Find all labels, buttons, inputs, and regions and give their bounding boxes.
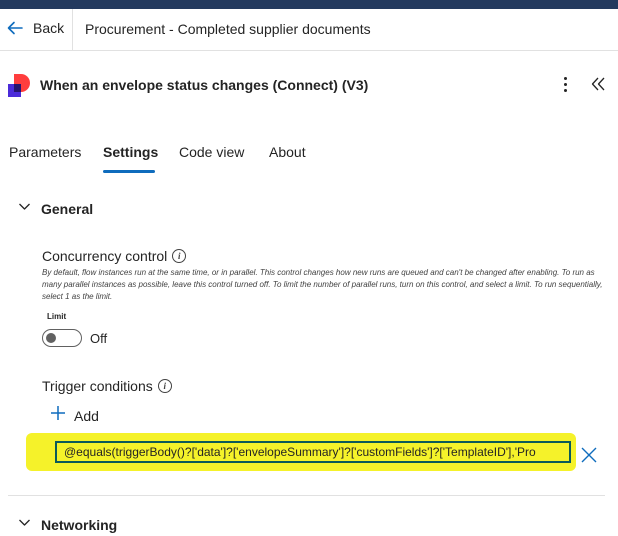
add-trigger-condition-button[interactable]: Add [50,405,99,426]
tab-about[interactable]: About [269,144,306,160]
designer-header: Back Procurement - Completed supplier do… [0,9,618,51]
flow-name-breadcrumb: Procurement - Completed supplier documen… [85,21,371,37]
tab-settings[interactable]: Settings [103,144,158,160]
section-general-header[interactable]: General [18,200,93,218]
back-label: Back [33,20,65,36]
concurrency-control-label: Concurrency control [42,248,168,264]
info-icon[interactable]: i [172,249,187,263]
toggle-knob [46,333,56,343]
limit-label: Limit [47,312,67,321]
panel-header: When an envelope status changes (Connect… [0,68,618,104]
trigger-conditions-label: Trigger conditions [42,378,153,394]
top-app-bar [0,0,618,9]
chevron-down-icon [18,516,31,534]
docusign-logo-icon [7,72,33,98]
concurrency-control-title: Concurrency control i [42,248,187,264]
close-icon [580,447,598,468]
toggle-state-label: Off [90,331,108,346]
section-general-label: General [41,201,94,217]
collapse-panel-button[interactable] [590,76,606,97]
more-options-dot [563,83,567,86]
trigger-conditions-title: Trigger conditions i [42,378,172,394]
more-options-icon [563,77,567,80]
arrow-left-icon [6,19,24,37]
double-chevron-left-icon [590,77,606,96]
add-label: Add [74,407,99,424]
plus-icon [50,405,66,426]
section-divider [8,495,605,496]
section-networking-label: Networking [41,517,118,533]
tab-code-view[interactable]: Code view [179,144,244,160]
panel-tabs: Parameters Settings Code view About [0,142,618,176]
active-tab-indicator [103,170,155,173]
remove-condition-button[interactable] [580,446,598,469]
concurrency-limit-toggle[interactable] [42,329,82,347]
more-options-dot [563,89,567,92]
chevron-down-icon [18,200,31,218]
info-icon[interactable]: i [157,379,172,393]
concurrency-control-description: By default, flow instances run at the sa… [42,268,603,301]
panel-title: When an envelope status changes (Connect… [40,77,369,93]
more-options-button[interactable] [557,74,573,96]
tab-parameters[interactable]: Parameters [9,144,81,160]
trigger-condition-input[interactable] [55,441,571,463]
header-divider [72,9,73,50]
section-networking-header[interactable]: Networking [18,516,117,534]
back-button[interactable]: Back [6,19,64,37]
